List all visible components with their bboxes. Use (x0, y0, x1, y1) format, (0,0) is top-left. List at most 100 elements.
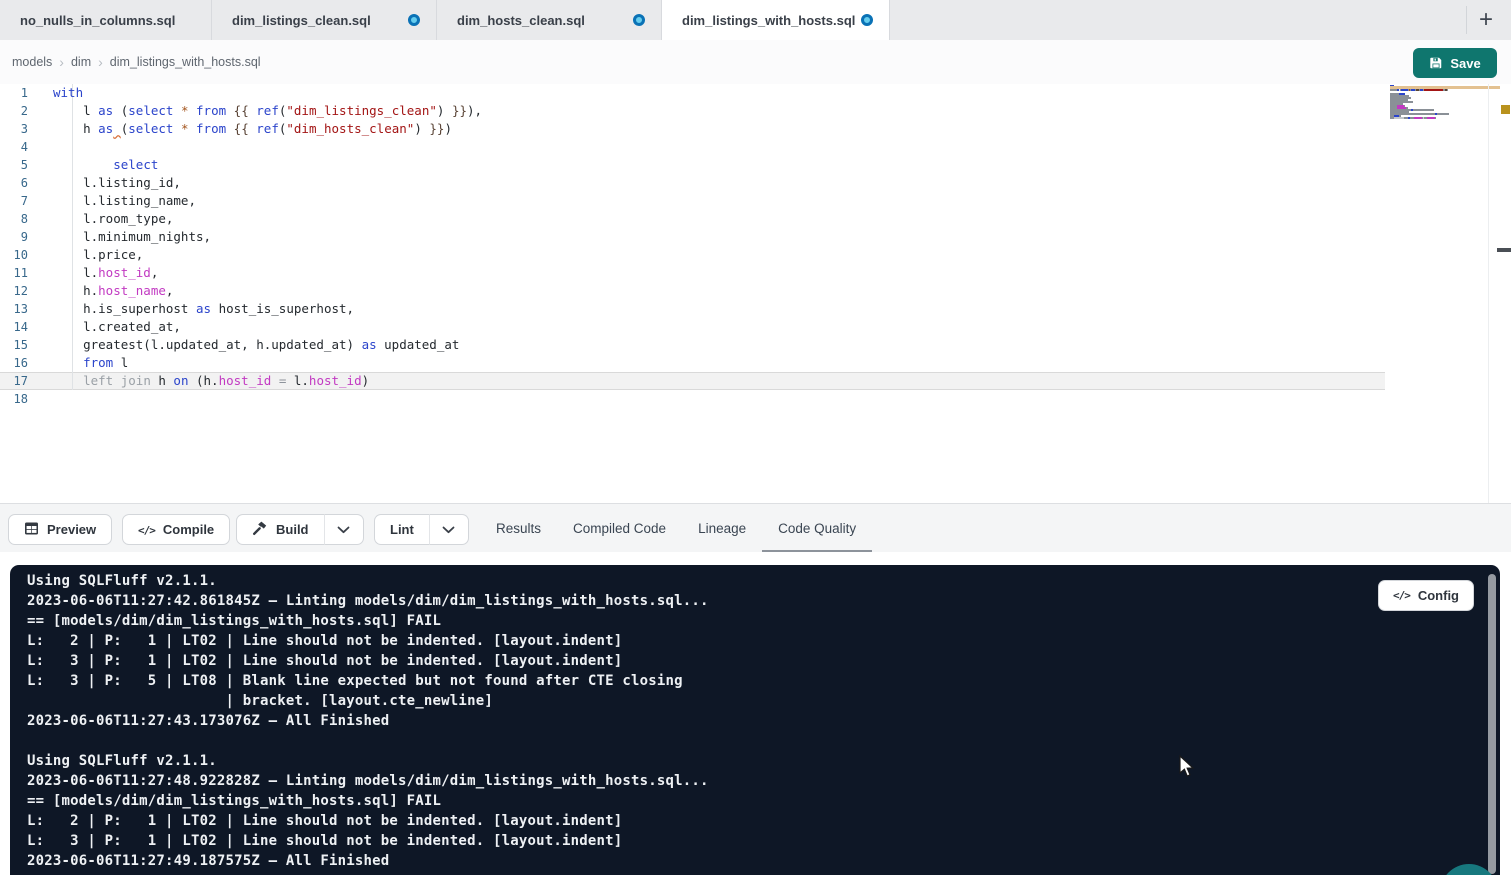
minimap[interactable] (1390, 85, 1465, 127)
config-button[interactable]: </> Config (1378, 580, 1474, 611)
code-token: }} (452, 103, 467, 118)
panel-tab-label: Compiled Code (573, 521, 666, 536)
chevron-right-icon: › (98, 54, 103, 70)
editor-tab-dim-hosts-clean[interactable]: dim_hosts_clean.sql (437, 0, 662, 40)
code-token: from (196, 103, 226, 118)
code-line[interactable]: l.created_at, (53, 318, 482, 336)
code-line[interactable] (53, 390, 482, 408)
code-token: host_is_superhost, (211, 301, 354, 316)
lint-button-label: Lint (390, 522, 414, 537)
code-token: (h. (188, 373, 218, 388)
terminal-line: == [models/dim/dim_listings_with_hosts.s… (27, 611, 709, 631)
ruler-warning-mark (1501, 105, 1510, 114)
code-icon: </> (138, 522, 155, 537)
terminal-line: L: 3 | P: 5 | LT08 | Blank line expected… (27, 671, 709, 691)
code-line[interactable]: l.price, (53, 246, 482, 264)
code-token (173, 121, 181, 136)
line-number: 17 (0, 372, 40, 390)
terminal-line: 2023-06-06T11:27:49.187575Z — All Finish… (27, 851, 709, 871)
editor-tab-dim-listings-with-hosts[interactable]: dim_listings_with_hosts.sql (662, 0, 890, 40)
minimap-line (1390, 119, 1465, 121)
code-token: ), (467, 103, 482, 118)
lint-button[interactable]: Lint (374, 514, 429, 545)
chevron-down-icon (442, 522, 455, 537)
preview-button[interactable]: Preview (8, 514, 112, 545)
build-dropdown-button[interactable] (324, 514, 364, 545)
lint-dropdown-button[interactable] (429, 514, 469, 545)
terminal-line: Using SQLFluff v2.1.1. (27, 571, 709, 591)
panel-tab-label: Code Quality (778, 521, 856, 536)
code-token: with (53, 85, 83, 100)
panel-tab-label: Results (496, 521, 541, 536)
hammer-icon (252, 520, 268, 539)
code-token: as (196, 301, 211, 316)
code-line[interactable]: h.host_name, (53, 282, 482, 300)
minimap-token (1424, 89, 1443, 91)
code-line[interactable]: l.minimum_nights, (53, 228, 482, 246)
code-line[interactable]: l.listing_id, (53, 174, 482, 192)
code-token: select (113, 157, 158, 172)
code-token (226, 121, 234, 136)
minimap-highlight-bar (1390, 86, 1500, 89)
code-token: ( (113, 103, 128, 118)
lint-warning-squiggle (113, 121, 121, 136)
minimap-token (1414, 117, 1422, 119)
lint-button-group: Lint (374, 514, 469, 545)
code-token: l.created_at, (53, 319, 181, 334)
terminal-line: L: 3 | P: 1 | LT02 | Line should not be … (27, 831, 709, 851)
code-line[interactable]: select (53, 156, 482, 174)
code-content[interactable]: with l as (select * from {{ ref("dim_lis… (53, 84, 482, 408)
build-button[interactable]: Build (236, 514, 324, 545)
preview-button-label: Preview (47, 522, 96, 537)
editor-tab-no-nulls-in-columns[interactable]: no_nulls_in_columns.sql (0, 0, 212, 40)
overview-ruler[interactable] (1488, 84, 1511, 503)
panel-tab-results[interactable]: Results (480, 504, 557, 553)
code-token: l.price, (53, 247, 143, 262)
code-line[interactable]: h as (select * from {{ ref("dim_hosts_cl… (53, 120, 482, 138)
code-token: from (83, 355, 113, 370)
code-editor[interactable]: 123456789101112131415161718 with l as (s… (0, 84, 1511, 503)
code-line[interactable]: from l (53, 354, 482, 372)
compile-button[interactable]: </>Compile (122, 514, 230, 545)
new-tab-button[interactable]: + (1469, 4, 1503, 36)
code-token: l (113, 355, 128, 370)
code-token: , (151, 265, 159, 280)
file-header-bar: models›dim›dim_listings_with_hosts.sql S… (0, 40, 1511, 84)
line-number: 18 (0, 390, 40, 408)
code-line[interactable]: with (53, 84, 482, 102)
editor-tab-dim-listings-clean[interactable]: dim_listings_clean.sql (212, 0, 437, 40)
code-token: h. (53, 283, 98, 298)
grid-icon (24, 521, 39, 539)
terminal-output[interactable]: Using SQLFluff v2.1.1. 2023-06-06T11:27:4… (10, 565, 1500, 875)
code-line[interactable]: l.room_type, (53, 210, 482, 228)
code-line[interactable]: l.listing_name, (53, 192, 482, 210)
panel-tab-code-quality[interactable]: Code Quality (762, 504, 872, 553)
code-token: {{ (234, 103, 249, 118)
code-token: greatest(l.updated_at, h.updated_at) (53, 337, 362, 352)
breadcrumb-item[interactable]: models (12, 55, 52, 69)
code-line[interactable] (53, 138, 482, 156)
breadcrumb-item[interactable]: dim_listings_with_hosts.sql (110, 55, 261, 69)
code-line[interactable]: l as (select * from {{ ref("dim_listings… (53, 102, 482, 120)
panel-tab-lineage[interactable]: Lineage (682, 504, 762, 553)
code-token: l. (286, 373, 309, 388)
terminal-line: == [models/dim/dim_listings_with_hosts.s… (27, 791, 709, 811)
code-line[interactable]: l.host_id, (53, 264, 482, 282)
breadcrumb-item[interactable]: dim (71, 55, 91, 69)
code-token (226, 103, 234, 118)
code-token: l.room_type, (53, 211, 173, 226)
config-button-label: Config (1418, 588, 1459, 603)
panel-tab-compiled-code[interactable]: Compiled Code (557, 504, 682, 553)
line-number: 9 (0, 228, 40, 246)
save-button[interactable]: Save (1413, 48, 1497, 78)
code-line[interactable]: left join h on (h.host_id = l.host_id) (53, 372, 482, 390)
minimap-token (1401, 89, 1408, 91)
chevron-down-icon (337, 522, 350, 537)
build-button-label: Build (276, 522, 309, 537)
terminal-scrollbar[interactable] (1488, 574, 1496, 874)
line-number: 16 (0, 354, 40, 372)
code-line[interactable]: h.is_superhost as host_is_superhost, (53, 300, 482, 318)
line-number-gutter: 123456789101112131415161718 (0, 84, 40, 408)
line-number: 13 (0, 300, 40, 318)
code-line[interactable]: greatest(l.updated_at, h.updated_at) as … (53, 336, 482, 354)
